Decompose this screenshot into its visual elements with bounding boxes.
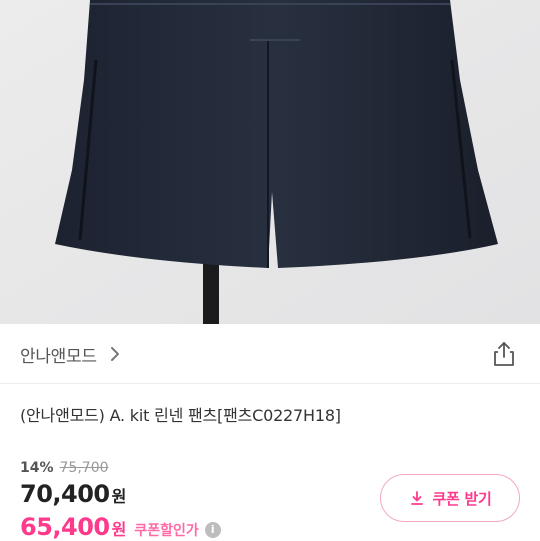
coupon-price: 65,400: [20, 513, 110, 541]
original-price: 75,700: [59, 460, 109, 476]
discount-rate: 14%: [20, 460, 54, 476]
coupon-price-label: 쿠폰할인가: [134, 523, 199, 539]
store-name[interactable]: 안나앤모드: [20, 342, 97, 367]
discount-line: 14% 75,700: [20, 460, 109, 476]
chevron-right-icon[interactable]: [108, 344, 122, 364]
get-coupon-button[interactable]: 쿠폰 받기: [380, 474, 520, 522]
product-title: (안나앤모드) A. kit 린넨 팬츠[팬츠C0227H18]: [20, 406, 341, 425]
sale-price-currency: 원: [111, 487, 127, 506]
download-icon: [410, 491, 423, 505]
coupon-price-currency: 원: [111, 520, 127, 539]
share-icon[interactable]: [491, 340, 517, 368]
coupon-price-line: 65,400 원 쿠폰할인가 i: [20, 513, 221, 541]
info-icon[interactable]: i: [204, 522, 221, 538]
product-photo[interactable]: [0, 0, 540, 324]
store-row[interactable]: 안나앤모드: [0, 324, 540, 384]
sale-price-line: 70,400 원: [20, 480, 126, 508]
sale-price: 70,400: [20, 480, 110, 508]
get-coupon-label: 쿠폰 받기: [432, 489, 492, 508]
